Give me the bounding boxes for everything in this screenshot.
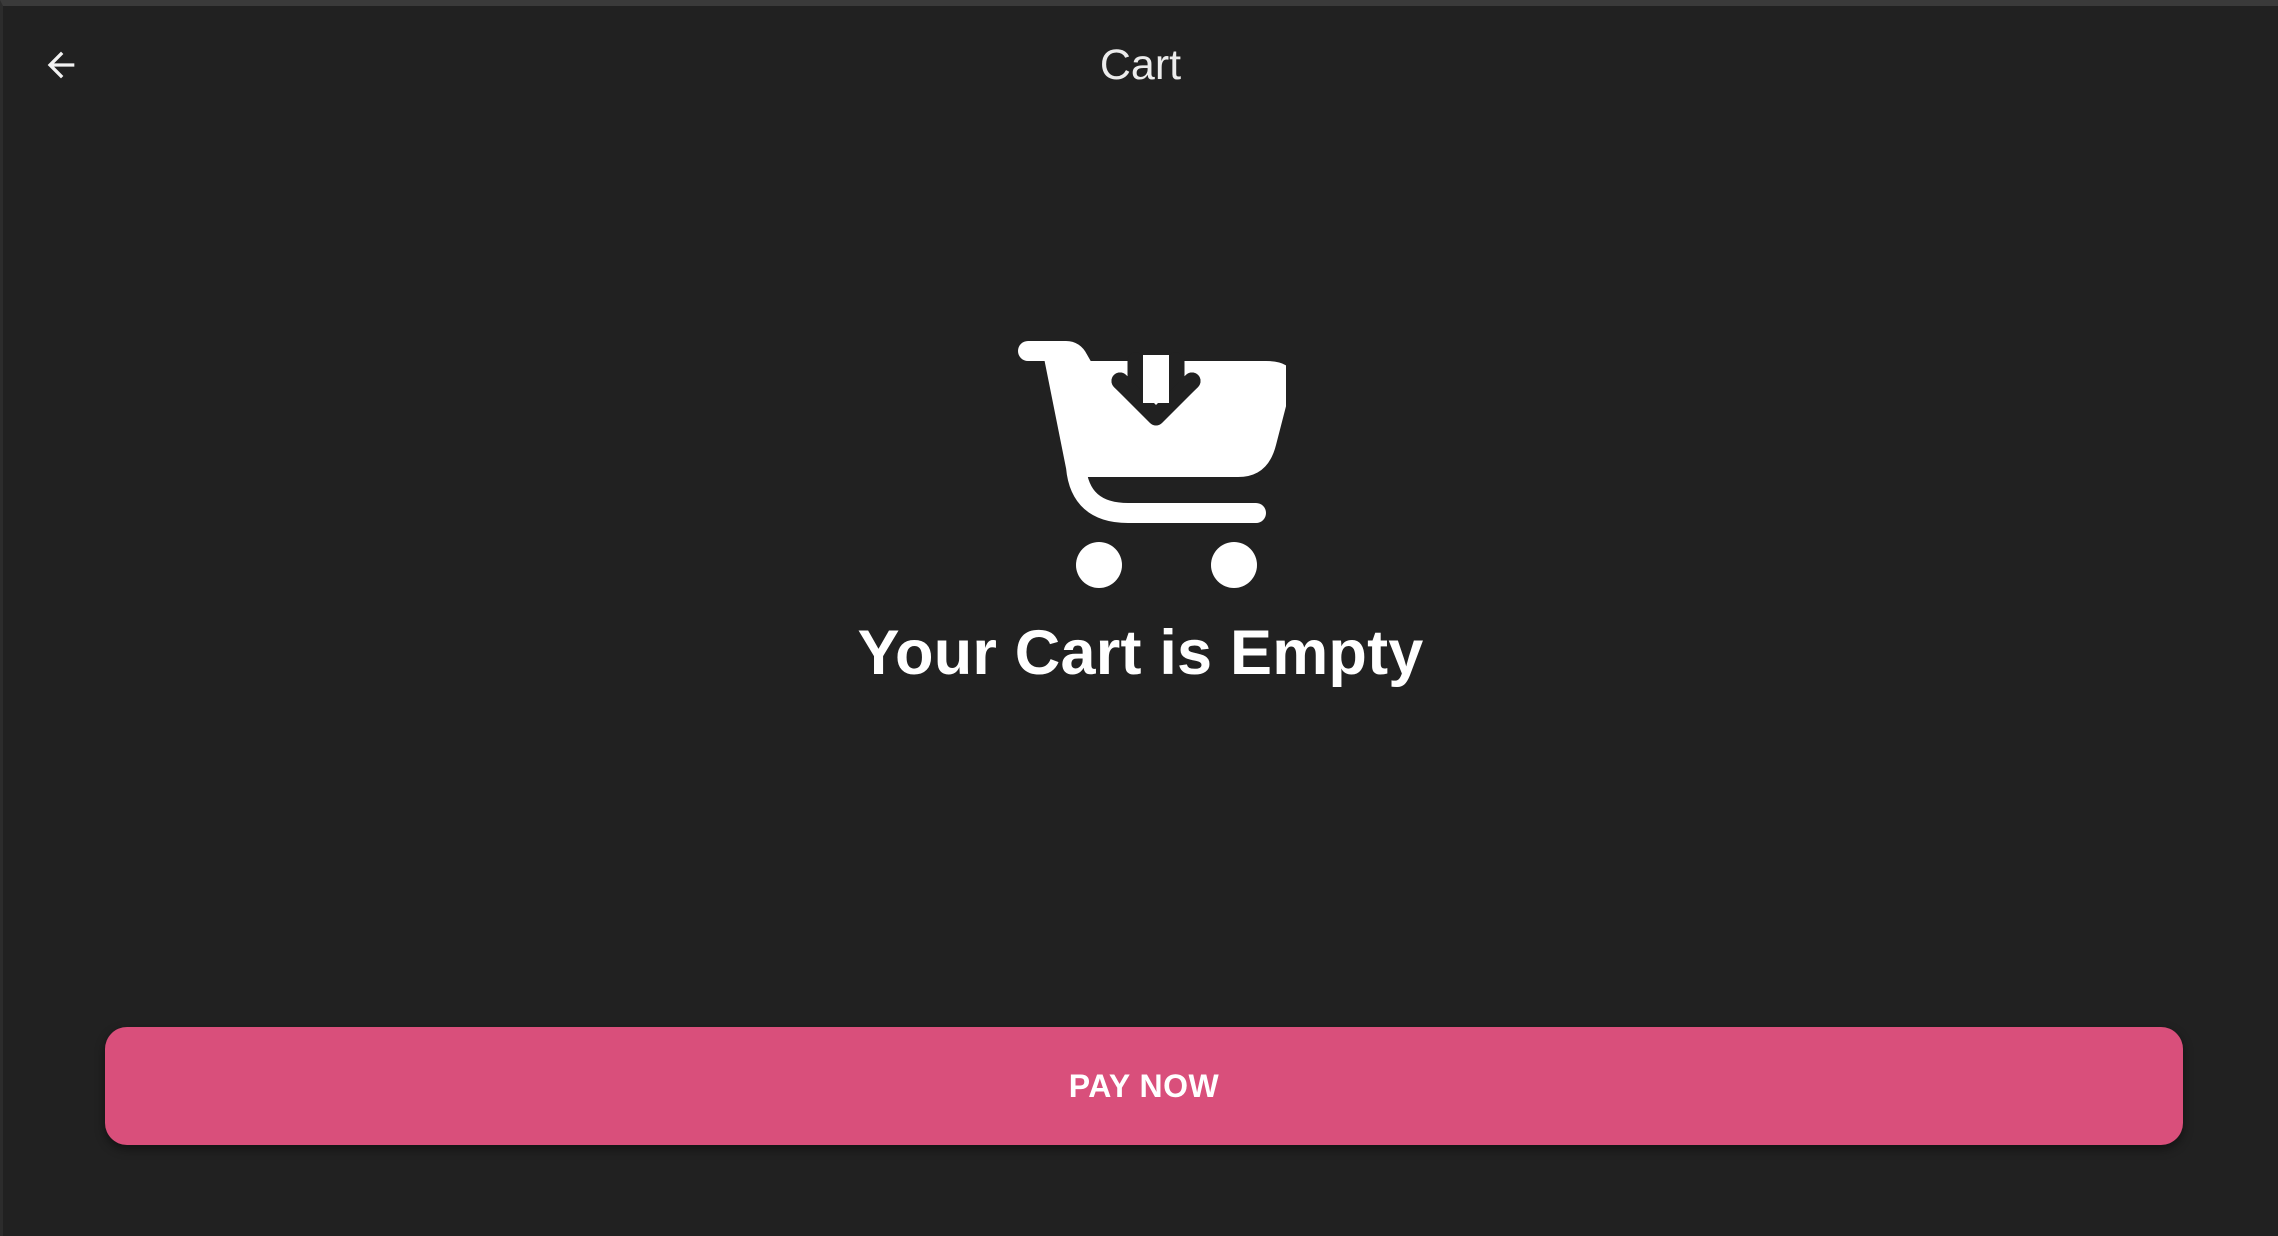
empty-cart-message: Your Cart is Empty: [857, 618, 1424, 688]
pay-now-label: PAY NOW: [1068, 1067, 1220, 1104]
cart-download-icon: [1017, 341, 1286, 588]
cart-screen: Cart Your Cart is Empty PAY NOW: [0, 0, 2278, 1236]
empty-state: Your Cart is Empty: [3, 341, 2278, 691]
pay-now-button[interactable]: PAY NOW: [105, 1027, 2183, 1145]
page-title: Cart: [1099, 41, 1182, 89]
